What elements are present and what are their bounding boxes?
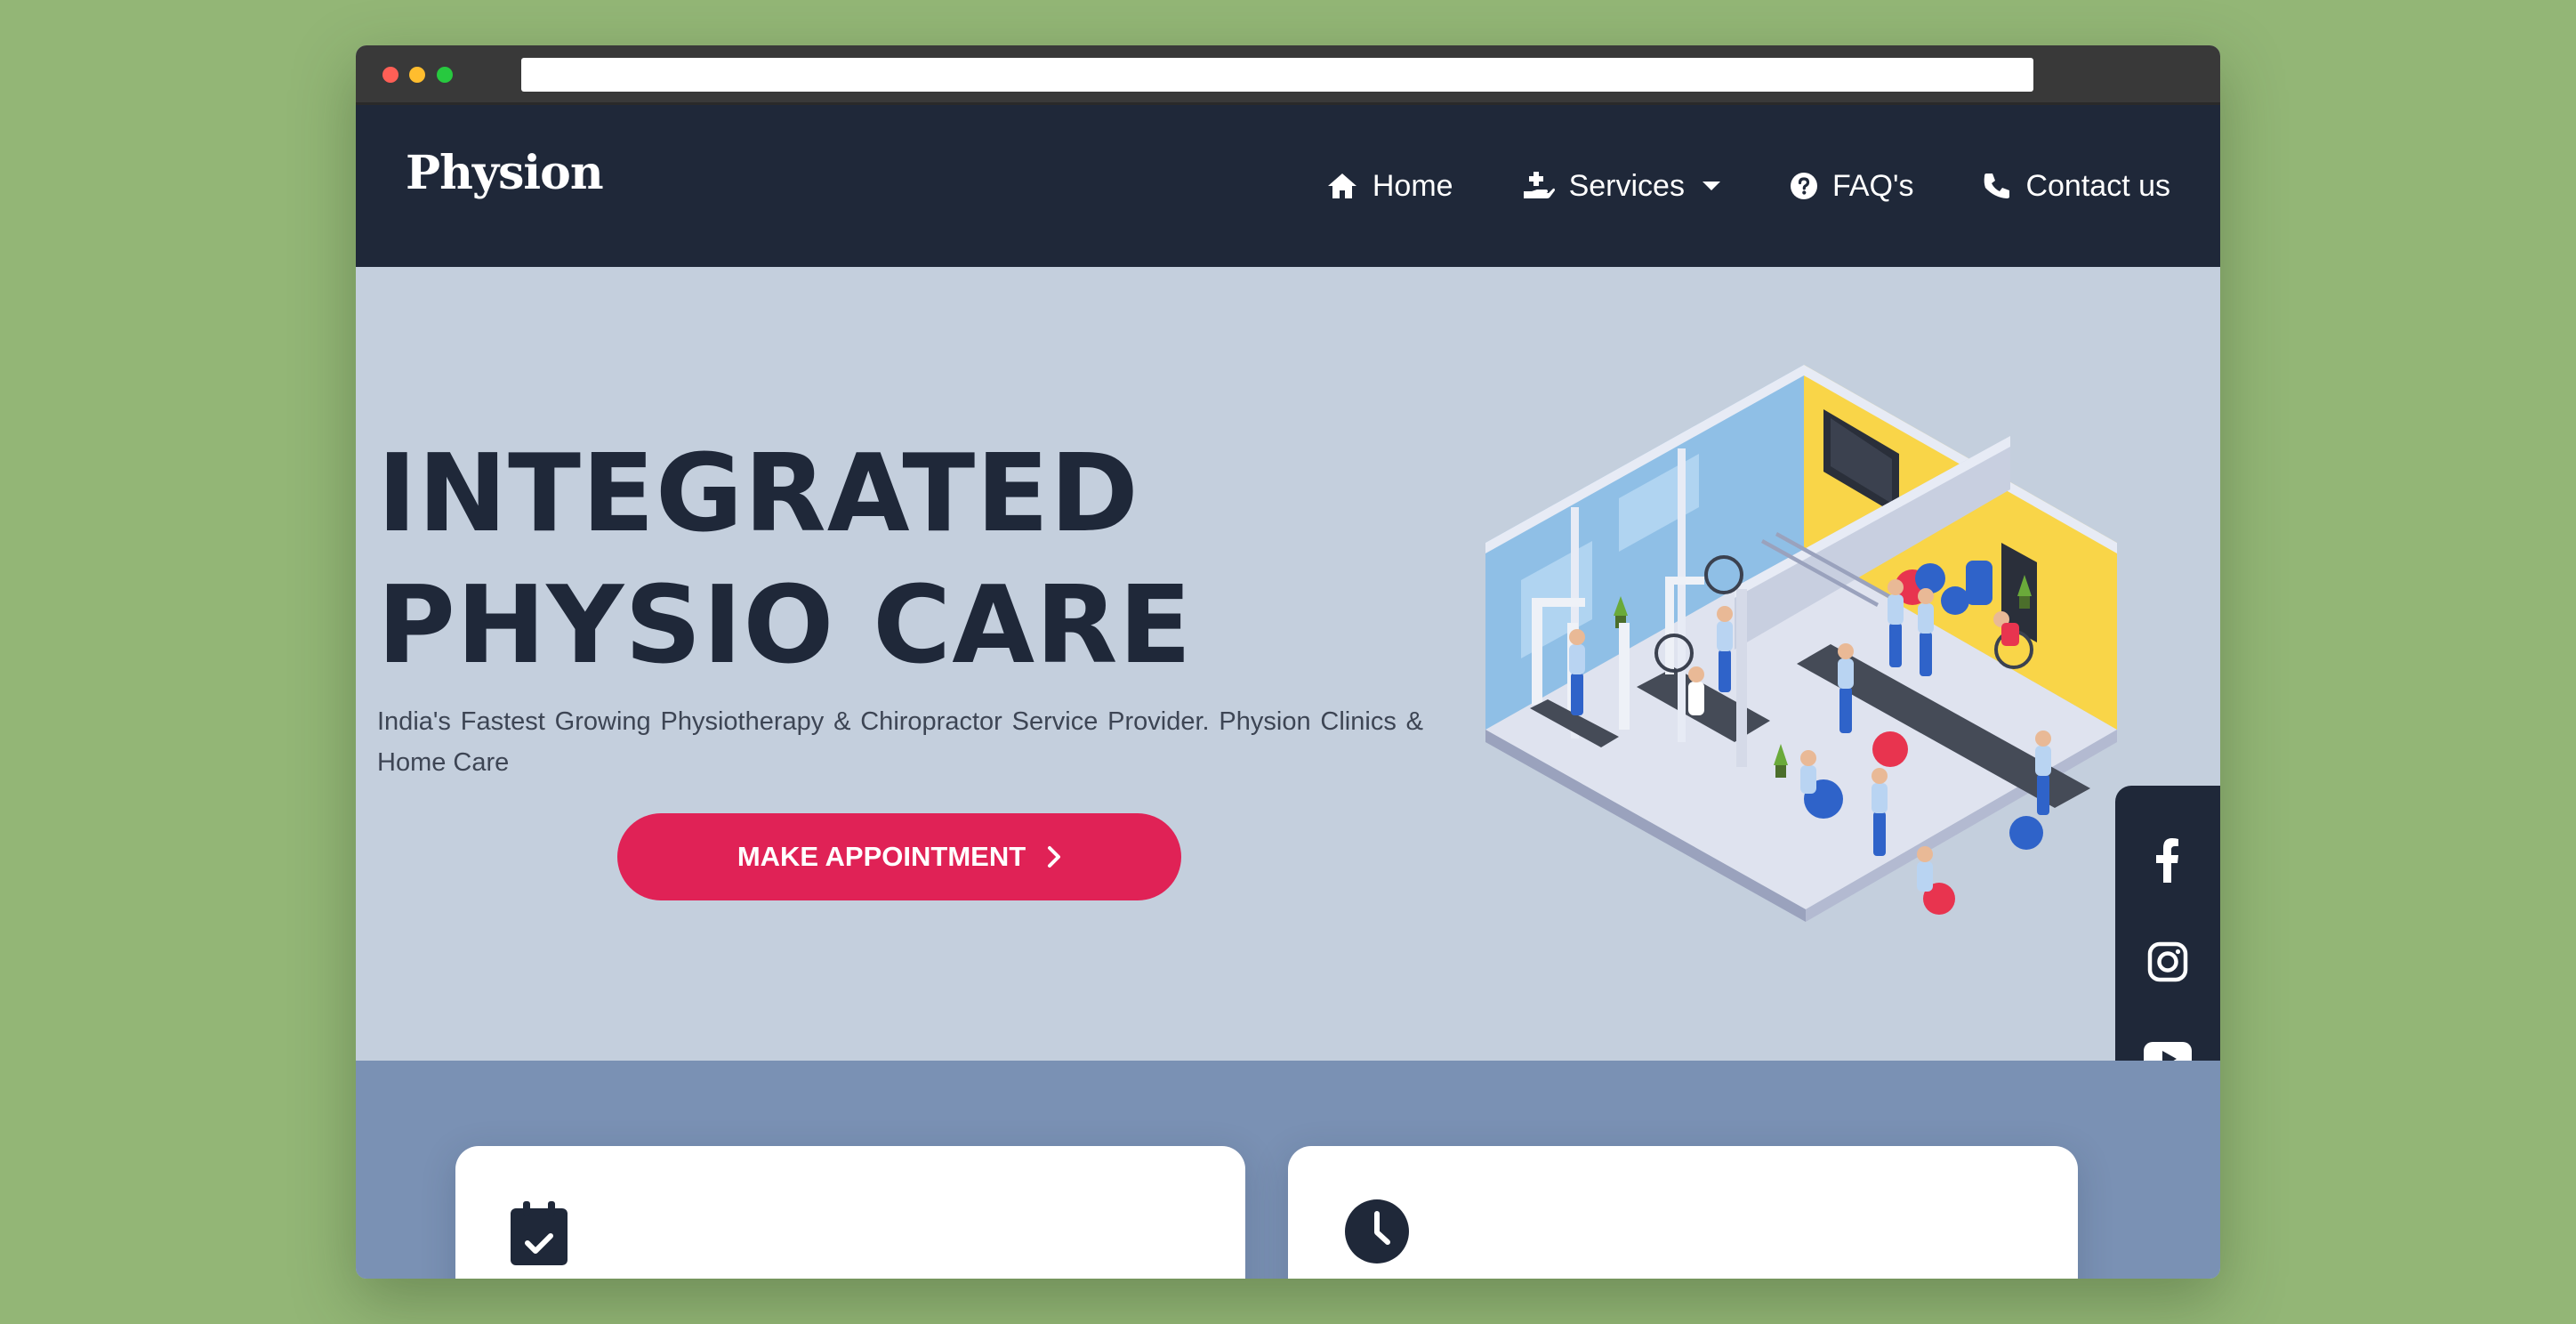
features-section [356, 1061, 2220, 1279]
chevron-right-icon [1048, 846, 1061, 868]
clock-icon [1345, 1199, 1409, 1263]
nav-menu: Home Services FAQ's Contact us [1326, 105, 2170, 267]
feature-card-appointment[interactable] [455, 1146, 1245, 1279]
hero-title: INTEGRATED PHYSIO CARE [377, 429, 1192, 692]
instagram-icon[interactable] [2147, 941, 2188, 987]
browser-chrome [356, 45, 2220, 105]
question-circle-icon [1790, 173, 1817, 199]
minimize-window-button[interactable] [409, 67, 425, 83]
nav-item-faqs[interactable]: FAQ's [1790, 168, 1914, 204]
hero-subtitle: India's Fastest Growing Physiotherapy & … [377, 707, 1423, 777]
hero-title-line-2: PHYSIO CARE [377, 564, 1193, 688]
appointment-button-label: MAKE APPOINTMENT [737, 841, 1026, 872]
make-appointment-button[interactable]: MAKE APPOINTMENT [617, 813, 1181, 900]
browser-window: Physion Home Services FAQ's Contact us I… [356, 45, 2220, 1279]
close-window-button[interactable] [382, 67, 398, 83]
facebook-icon[interactable] [2156, 837, 2179, 887]
address-bar[interactable] [521, 58, 2033, 92]
nav-item-home[interactable]: Home [1326, 169, 1453, 204]
calendar-check-icon [511, 1201, 568, 1265]
hero-title-line-1: INTEGRATED [377, 432, 1139, 556]
clinic-illustration [1485, 365, 2117, 922]
home-icon [1327, 174, 1356, 198]
chevron-down-icon [1702, 182, 1720, 190]
nav-item-label: FAQ's [1831, 168, 1914, 203]
maximize-window-button[interactable] [437, 67, 453, 83]
brand-logo[interactable]: Physion [406, 146, 604, 200]
phone-icon [1984, 174, 2010, 198]
nav-item-contact[interactable]: Contact us [1983, 169, 2170, 204]
nav-item-label: Home [1372, 168, 1453, 203]
nav-item-label: Contact us [2025, 168, 2170, 203]
hand-medical-icon [1523, 172, 1555, 198]
navbar: Physion Home Services FAQ's Contact us [356, 105, 2220, 267]
nav-item-label: Services [1568, 168, 1685, 203]
feature-card-hours[interactable] [1288, 1146, 2078, 1279]
hero-section: INTEGRATED PHYSIO CARE India's Fastest G… [356, 267, 2220, 1133]
nav-item-services[interactable]: Services [1523, 169, 1720, 204]
